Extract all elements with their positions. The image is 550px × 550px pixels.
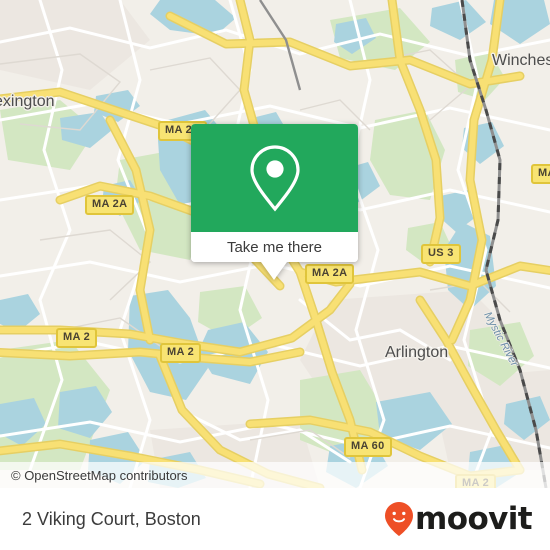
callout-body: Take me there: [191, 124, 358, 262]
highway-shield-ma-2a: MA 2A: [85, 195, 135, 215]
map-attribution-bar: © OpenStreetMap contributors: [0, 462, 550, 488]
footer-bar: 2 Viking Court, Boston moovit: [0, 488, 550, 550]
map-pin-icon: [249, 145, 300, 212]
highway-shield-ma-2: MA 2: [160, 343, 202, 363]
highway-shield-ma-60: MA 60: [344, 437, 392, 457]
map-canvas[interactable]: exington Winchester Arlington Mystic Riv…: [0, 0, 550, 488]
osm-attribution-text: © OpenStreetMap contributors: [11, 467, 188, 483]
highway-shield-us-3: US 3: [421, 244, 461, 264]
take-me-there-label: Take me there: [226, 238, 323, 256]
address-label: 2 Viking Court, Boston: [22, 508, 201, 529]
take-me-there-button[interactable]: Take me there: [191, 232, 358, 262]
highway-shield-ma-2: MA 2: [56, 328, 98, 348]
moovit-wordmark: moovit: [415, 500, 533, 537]
moovit-smiley-pin-icon: [385, 502, 414, 536]
callout-header: [191, 124, 358, 232]
highway-shield-ma: MA: [531, 164, 550, 184]
moovit-map-screen: exington Winchester Arlington Mystic Riv…: [0, 0, 550, 550]
location-callout[interactable]: Take me there: [191, 124, 358, 280]
moovit-logo[interactable]: moovit: [384, 500, 533, 537]
highway-shield-ma-2a: MA 2A: [305, 264, 355, 284]
callout-tail: [261, 262, 287, 280]
